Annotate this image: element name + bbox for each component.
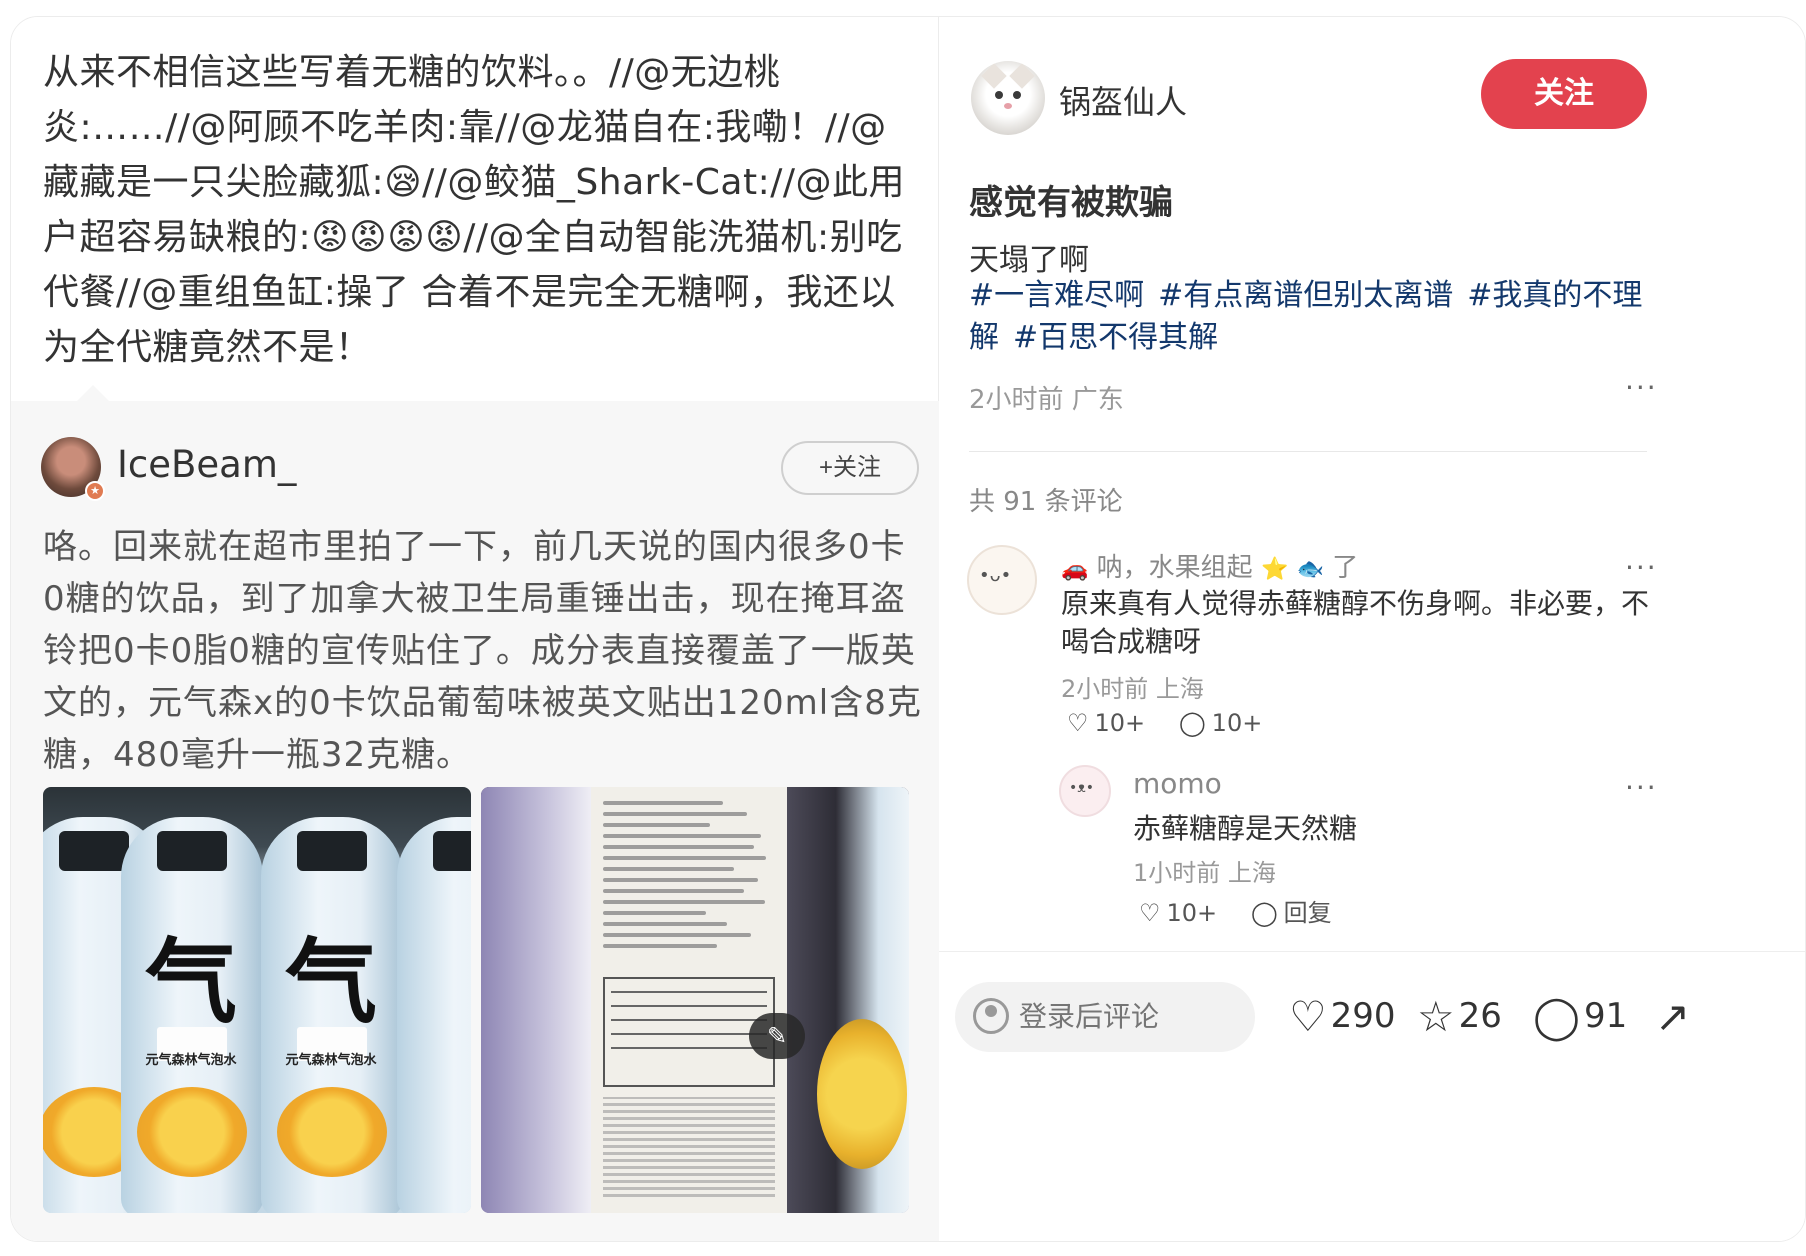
- like-count: 10+: [1166, 899, 1218, 927]
- avatar-face-icon: •ᴗ•: [979, 565, 1012, 586]
- post-meta: 2小时前 广东: [969, 385, 1124, 415]
- comment-count: 共 91 条评论: [969, 487, 1123, 517]
- repost-text: 从来不相信这些写着无糖的饮料。。//@无边桃炎:……//@阿顾不吃羊肉:靠//@…: [43, 52, 905, 368]
- share-icon: ↗: [1655, 992, 1691, 1041]
- reply-label: 回复: [1283, 899, 1332, 927]
- bottom-action-bar: ♡290 ☆26 ◯91 ↗: [939, 951, 1805, 1241]
- cat-ear: [1009, 63, 1035, 89]
- comment-meta: 1小时前 上海: [1133, 859, 1276, 887]
- cat-nose: [1004, 103, 1012, 109]
- collect-button[interactable]: ☆ 26: [1417, 992, 1502, 1041]
- star-emoji-icon: ⭐: [1260, 557, 1289, 582]
- original-follow-button[interactable]: +关注: [781, 441, 919, 495]
- cat-eye: [1013, 91, 1021, 99]
- photo-ingredient-label[interactable]: [481, 787, 909, 1213]
- bottle-cap: [59, 831, 129, 871]
- like-count: 10+: [1094, 709, 1146, 737]
- bottle-cap: [157, 831, 227, 871]
- bottle: 气 元气森林气泡水: [121, 817, 263, 1213]
- commenter-name-suffix: 了: [1332, 553, 1359, 583]
- post-tags: #一言难尽啊 #有点离谱但别太离谱 #我真的不理解 #百思不得其解: [969, 275, 1649, 359]
- verified-badge-icon: ★: [85, 481, 105, 501]
- post-card: 从来不相信这些写着无糖的饮料。。//@无边桃炎:……//@阿顾不吃羊肉:靠//@…: [10, 16, 1806, 1242]
- car-emoji-icon: 🚗: [1061, 557, 1089, 582]
- photo-bottles-shelf[interactable]: 气 元气森林气泡水 气 元气森林气泡水: [43, 787, 471, 1213]
- bottle-cap: [297, 831, 367, 871]
- like-button[interactable]: ♡ 10+: [1067, 709, 1145, 737]
- hashtag-link[interactable]: #有点离谱但别太离谱: [1158, 278, 1453, 313]
- media-pane: 从来不相信这些写着无糖的饮料。。//@无边桃炎:……//@阿顾不吃羊肉:靠//@…: [11, 17, 939, 1241]
- like-button[interactable]: ♡ 290: [1289, 992, 1396, 1041]
- collect-count: 26: [1458, 996, 1502, 1036]
- original-username[interactable]: IceBeam_: [117, 443, 296, 486]
- hashtag-link[interactable]: #一言难尽啊: [969, 278, 1144, 313]
- commenter-name[interactable]: 🚗 呐，水果组起 ⭐ 🐟 了: [1061, 547, 1358, 584]
- commenter-avatar[interactable]: •ᴗ•: [967, 545, 1037, 615]
- comment-text: 原来真有人觉得赤藓糖醇不伤身啊。非必要，不喝合成糖呀: [1061, 587, 1650, 658]
- bottle: 气 元气森林气泡水: [261, 817, 403, 1213]
- heart-icon: ♡: [1067, 709, 1089, 737]
- comment-actions: ♡ 10+ ◯ 10+: [1067, 709, 1288, 737]
- more-options-icon[interactable]: ···: [1625, 551, 1658, 584]
- avatar-face-icon: •ᴥ•: [1069, 780, 1095, 796]
- user-icon: [973, 998, 1009, 1034]
- like-count: 290: [1330, 996, 1396, 1036]
- brand-glyph: 气: [144, 928, 237, 1036]
- heart-icon: ♡: [1139, 899, 1161, 927]
- brand-glyph: 气: [284, 928, 377, 1036]
- comment-actions: ♡ 10+ ◯ 回复: [1139, 893, 1358, 928]
- cat-eye: [995, 91, 1003, 99]
- reply-button[interactable]: ◯ 10+: [1179, 709, 1263, 737]
- star-icon: ☆: [1417, 992, 1455, 1041]
- comment-text: 赤藓糖醇是天然糖: [1133, 812, 1358, 845]
- comment-button[interactable]: ◯ 91: [1533, 992, 1627, 1041]
- lemon-graphic: [137, 1087, 247, 1177]
- comment-total: 91: [1584, 996, 1628, 1036]
- detail-pane: 锅盔仙人 关注 感觉有被欺骗 天塌了啊 #一言难尽啊 #有点离谱但别太离谱 #我真的…: [939, 17, 1805, 1241]
- author-name[interactable]: 锅盔仙人: [1059, 77, 1187, 123]
- more-options-icon[interactable]: ···: [1625, 771, 1658, 804]
- share-button[interactable]: ↗: [1655, 992, 1694, 1041]
- label-text-lines: [603, 801, 775, 955]
- commenter-name[interactable]: momo: [1133, 767, 1222, 800]
- chinese-label-text: [603, 1097, 775, 1197]
- lime-graphic: [817, 1019, 907, 1169]
- bottle: [397, 817, 471, 1213]
- quote-pointer: [77, 385, 109, 401]
- brand-name: 元气森林气泡水: [285, 1053, 377, 1068]
- brand-name: 元气森林气泡水: [145, 1053, 237, 1068]
- commenter-avatar[interactable]: •ᴥ•: [1059, 765, 1111, 817]
- english-label-sticker: [591, 787, 787, 1213]
- follow-button[interactable]: 关注: [1481, 59, 1647, 129]
- magic-wand-icon[interactable]: ✎: [749, 1013, 805, 1059]
- lemon-graphic: [277, 1087, 387, 1177]
- post-title: 感觉有被欺骗: [969, 183, 1173, 223]
- heart-icon: ♡: [1289, 992, 1327, 1041]
- comment-icon: ◯: [1533, 992, 1581, 1041]
- commenter-name-text: 呐，水果组起: [1096, 553, 1253, 583]
- reply-button[interactable]: ◯ 回复: [1251, 893, 1332, 928]
- more-options-icon[interactable]: ···: [1625, 371, 1658, 404]
- purple-bottle: [481, 787, 591, 1213]
- cat-ear: [981, 63, 1007, 89]
- comment-icon: ◯: [1178, 709, 1206, 737]
- reply-count: 10+: [1211, 709, 1263, 737]
- hashtag-link[interactable]: #百思不得其解: [1013, 320, 1218, 355]
- original-text: 咯。回来就在超市里拍了一下，前几天说的国内很多0卡0糖的饮品，到了加拿大被卫生局…: [43, 527, 922, 775]
- fish-emoji-icon: 🐟: [1296, 557, 1325, 582]
- post-body: 天塌了啊: [969, 243, 1089, 278]
- divider: [969, 451, 1647, 452]
- bottle-cap: [433, 831, 471, 871]
- comment-meta: 2小时前 上海: [1061, 675, 1204, 703]
- like-button[interactable]: ♡ 10+: [1139, 899, 1217, 927]
- comment-icon: ◯: [1250, 899, 1278, 927]
- author-avatar[interactable]: [971, 61, 1045, 135]
